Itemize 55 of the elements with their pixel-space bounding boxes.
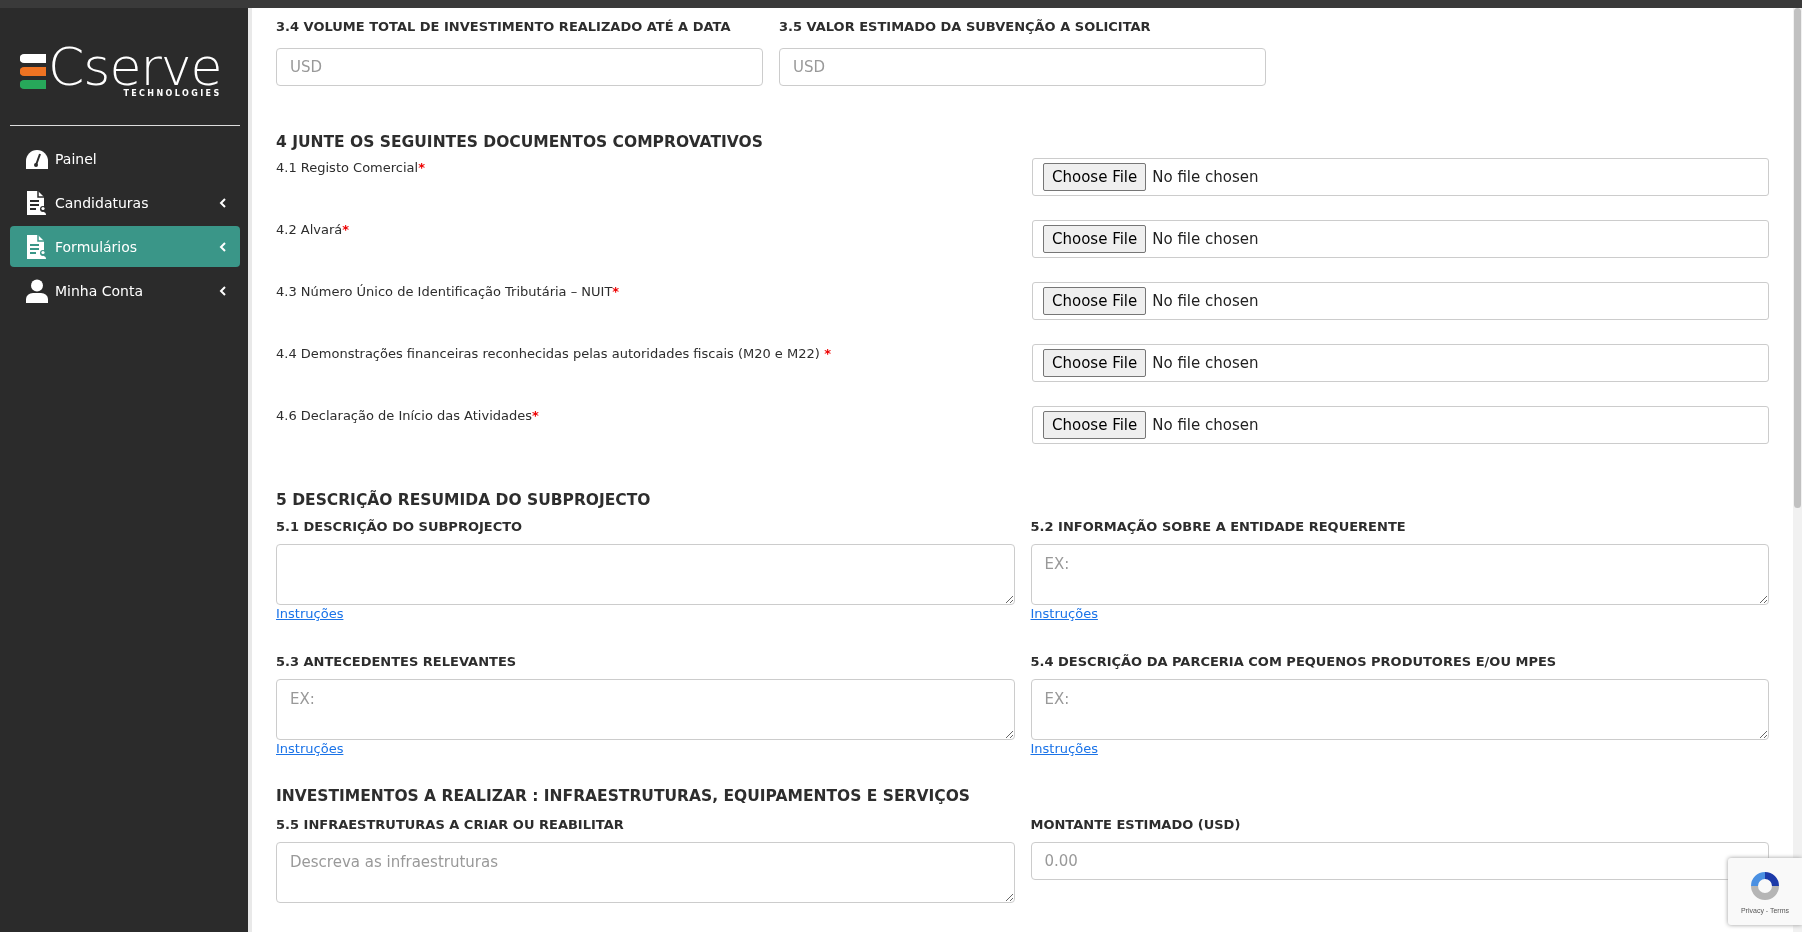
recaptcha-logo-icon xyxy=(1748,869,1782,903)
document-user-icon xyxy=(25,234,49,259)
sidebar-item[interactable]: Candidaturas xyxy=(10,182,240,223)
logo-stripes-icon xyxy=(20,54,46,90)
file-status-text: No file chosen xyxy=(1152,292,1259,310)
file-input[interactable]: Choose File No file chosen xyxy=(1032,158,1769,196)
field-label: 3.5 VALOR ESTIMADO DA SUBVENÇÃO A SOLICITAR xyxy=(779,18,1152,36)
gauge-icon xyxy=(25,147,49,170)
logo-tagline: TECHNOLOGIES xyxy=(123,88,222,98)
field-label: 5.2 INFORMAÇÃO SOBRE A ENTIDADE REQUERENTE xyxy=(1030,518,1407,536)
field-label: 5.3 ANTECEDENTES RELEVANTES xyxy=(276,653,518,671)
choose-file-button[interactable]: Choose File xyxy=(1043,411,1147,439)
section-heading: 4 JUNTE OS SEGUINTES DOCUMENTOS COMPROVATIVOS xyxy=(276,132,764,152)
instructions-link[interactable]: Instruções xyxy=(1030,741,1098,756)
input-field[interactable]: 0.00 xyxy=(1030,842,1769,880)
document-label: 4.4 Demonstrações financeiras reconhecidas pelas autoridades fiscais (M20 e M22) * xyxy=(276,345,832,361)
instructions-link[interactable]: Instruções xyxy=(276,606,344,621)
text-area[interactable]: EX: xyxy=(276,679,1015,740)
instructions-link[interactable]: Instruções xyxy=(1030,606,1098,621)
text-area[interactable]: Descreva as infraestruturas xyxy=(276,842,1015,903)
choose-file-button[interactable]: Choose File xyxy=(1043,225,1147,253)
field-label: 5.4 DESCRIÇÃO DA PARCERIA COM PEQUENOS PRODUTORES E/OU MPES xyxy=(1030,653,1558,671)
file-status-text: No file chosen xyxy=(1152,354,1259,372)
sidebar-item[interactable]: Formulários xyxy=(10,226,240,267)
choose-file-button[interactable]: Choose File xyxy=(1043,287,1147,315)
logo-name: Cserve xyxy=(48,46,222,87)
input-field[interactable]: USD xyxy=(276,48,763,86)
choose-file-button[interactable]: Choose File xyxy=(1043,163,1147,191)
field-label: 5.5 INFRAESTRUTURAS A CRIAR OU REABILITAR xyxy=(276,816,625,834)
user-icon xyxy=(25,278,49,303)
text-area[interactable]: EX: xyxy=(1030,679,1769,740)
section-heading: INVESTIMENTOS A REALIZAR : INFRAESTRUTURAS, EQUIPAMENTOS E SERVIÇOS xyxy=(276,786,971,806)
choose-file-button[interactable]: Choose File xyxy=(1043,349,1147,377)
text-area[interactable]: EX: xyxy=(1030,544,1769,605)
document-user-icon xyxy=(25,190,49,215)
file-status-text: No file chosen xyxy=(1152,168,1259,186)
document-label: 4.1 Registo Comercial* xyxy=(276,159,425,175)
document-label: 4.2 Alvará* xyxy=(276,221,350,237)
file-input[interactable]: Choose File No file chosen xyxy=(1032,344,1769,382)
file-status-text: No file chosen xyxy=(1152,416,1259,434)
file-input[interactable]: Choose File No file chosen xyxy=(1032,220,1769,258)
file-input[interactable]: Choose File No file chosen xyxy=(1032,406,1769,444)
sidebar-item[interactable]: Minha Conta xyxy=(10,270,240,311)
section-heading: 5 DESCRIÇÃO RESUMIDA DO SUBPROJECTO xyxy=(276,490,652,510)
instructions-link[interactable]: Instruções xyxy=(276,741,344,756)
field-label: MONTANTE ESTIMADO (USD) xyxy=(1030,816,1242,834)
field-label: 3.4 VOLUME TOTAL DE INVESTIMENTO REALIZADO ATÉ A DATA xyxy=(276,18,732,36)
file-input[interactable]: Choose File No file chosen xyxy=(1032,282,1769,320)
document-label: 4.3 Número Único de Identificação Tributária – NUIT* xyxy=(276,283,620,299)
scrollbar[interactable] xyxy=(1793,8,1802,932)
file-status-text: No file chosen xyxy=(1152,230,1259,248)
document-label: 4.6 Declaração de Início das Atividades* xyxy=(276,407,539,423)
sidebar-item[interactable]: Painel xyxy=(10,138,240,179)
field-label: 5.1 DESCRIÇÃO DO SUBPROJECTO xyxy=(276,518,524,536)
input-field[interactable]: USD xyxy=(779,48,1266,86)
